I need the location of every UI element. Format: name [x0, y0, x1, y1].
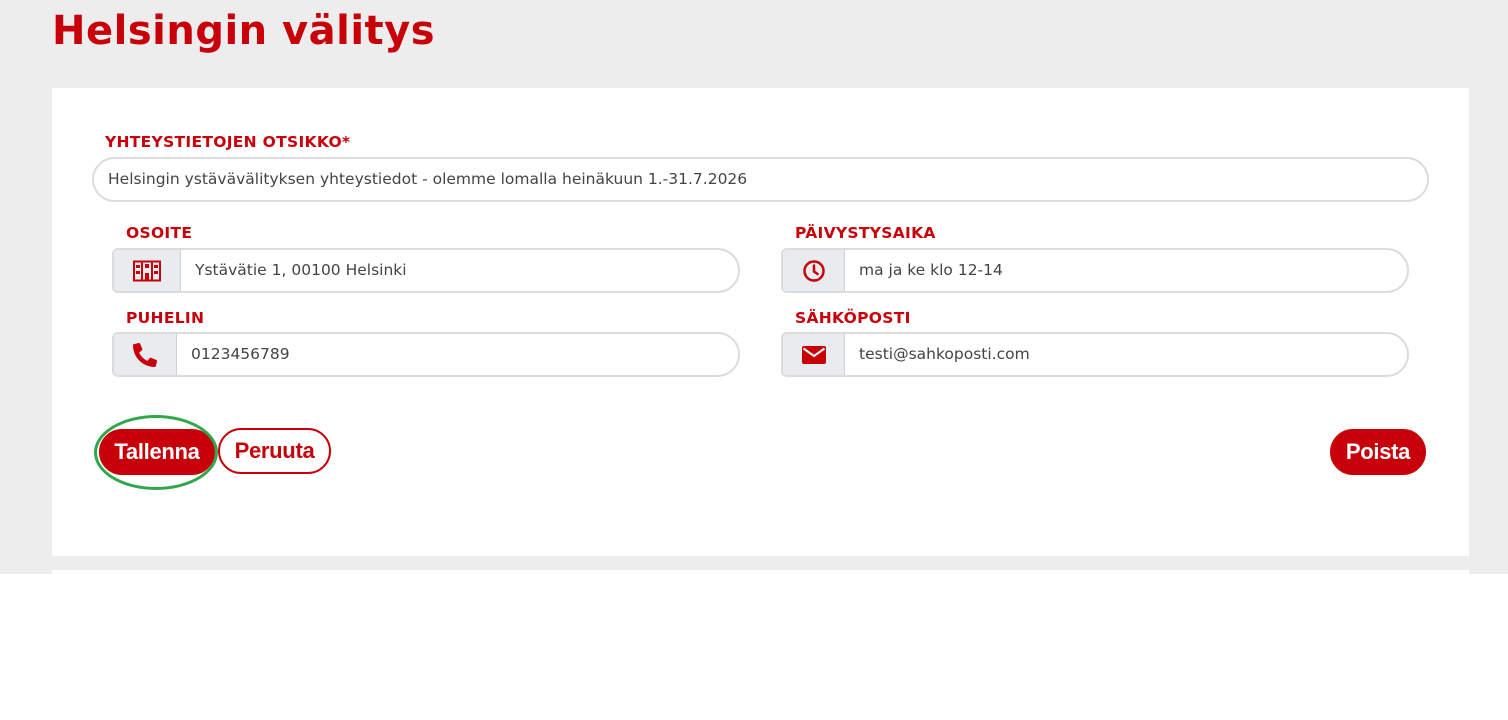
cancel-button[interactable]: Peruuta [218, 428, 331, 474]
hours-input[interactable]: ma ja ke klo 12-14 [845, 250, 1407, 291]
phone-label: PUHELIN [126, 309, 205, 327]
delete-button[interactable]: Poista [1330, 429, 1426, 475]
contact-title-input[interactable]: Helsingin ystävävälityksen yhteystiedot … [92, 157, 1429, 202]
next-card [52, 570, 1469, 576]
page-title: Helsingin välitys [52, 8, 436, 54]
email-field-group: testi@sahkoposti.com [781, 332, 1409, 377]
email-label: SÄHKÖPOSTI [795, 309, 911, 327]
building-icon [114, 250, 181, 291]
phone-input[interactable]: 0123456789 [177, 334, 738, 375]
phone-icon [114, 334, 177, 375]
address-input[interactable]: Ystävätie 1, 00100 Helsinki [181, 250, 738, 291]
phone-field-group: 0123456789 [112, 332, 740, 377]
address-field-group: Ystävätie 1, 00100 Helsinki [112, 248, 740, 293]
clock-icon [783, 250, 845, 291]
address-label: OSOITE [126, 224, 193, 242]
save-button[interactable]: Tallenna [99, 429, 215, 475]
envelope-icon [783, 334, 845, 375]
hours-label: PÄIVYSTYSAIKA [795, 224, 936, 242]
contact-title-label: YHTEYSTIETOJEN OTSIKKO* [105, 133, 351, 151]
email-input[interactable]: testi@sahkoposti.com [845, 334, 1407, 375]
hours-field-group: ma ja ke klo 12-14 [781, 248, 1409, 293]
